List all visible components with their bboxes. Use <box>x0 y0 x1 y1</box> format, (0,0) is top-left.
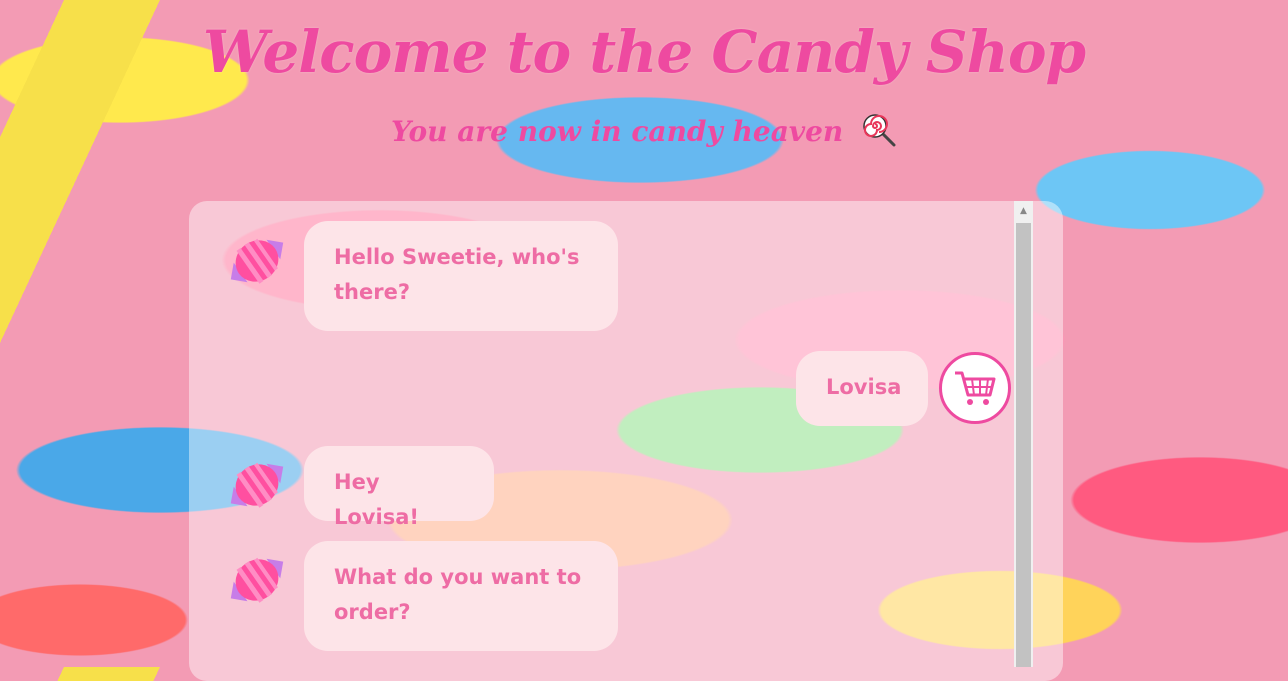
message-bubble: What do you want to order? <box>304 541 618 651</box>
candy-icon <box>219 223 295 299</box>
page-subtitle: You are now in candy heaven <box>0 112 1288 155</box>
chat-window[interactable]: Hello Sweetie, who's there? Lovisa Hey L… <box>189 201 1063 681</box>
candy-icon <box>219 447 295 523</box>
message-bubble: Lovisa <box>796 351 928 426</box>
lollipop-icon <box>861 112 897 155</box>
scrollbar-thumb[interactable] <box>1016 223 1031 667</box>
page-title: Welcome to the Candy Shop <box>202 18 1086 86</box>
message-bubble: Hey Lovisa! <box>304 446 494 529</box>
candy-icon <box>219 542 295 618</box>
scroll-up-arrow-icon[interactable]: ▲ <box>1014 201 1033 221</box>
shopping-cart-icon <box>939 352 1011 424</box>
message-bubble: Hello Sweetie, who's there? <box>304 221 618 331</box>
chat-scrollbar[interactable]: ▲ <box>1014 201 1033 667</box>
subtitle-text: You are now in candy heaven <box>390 115 844 148</box>
